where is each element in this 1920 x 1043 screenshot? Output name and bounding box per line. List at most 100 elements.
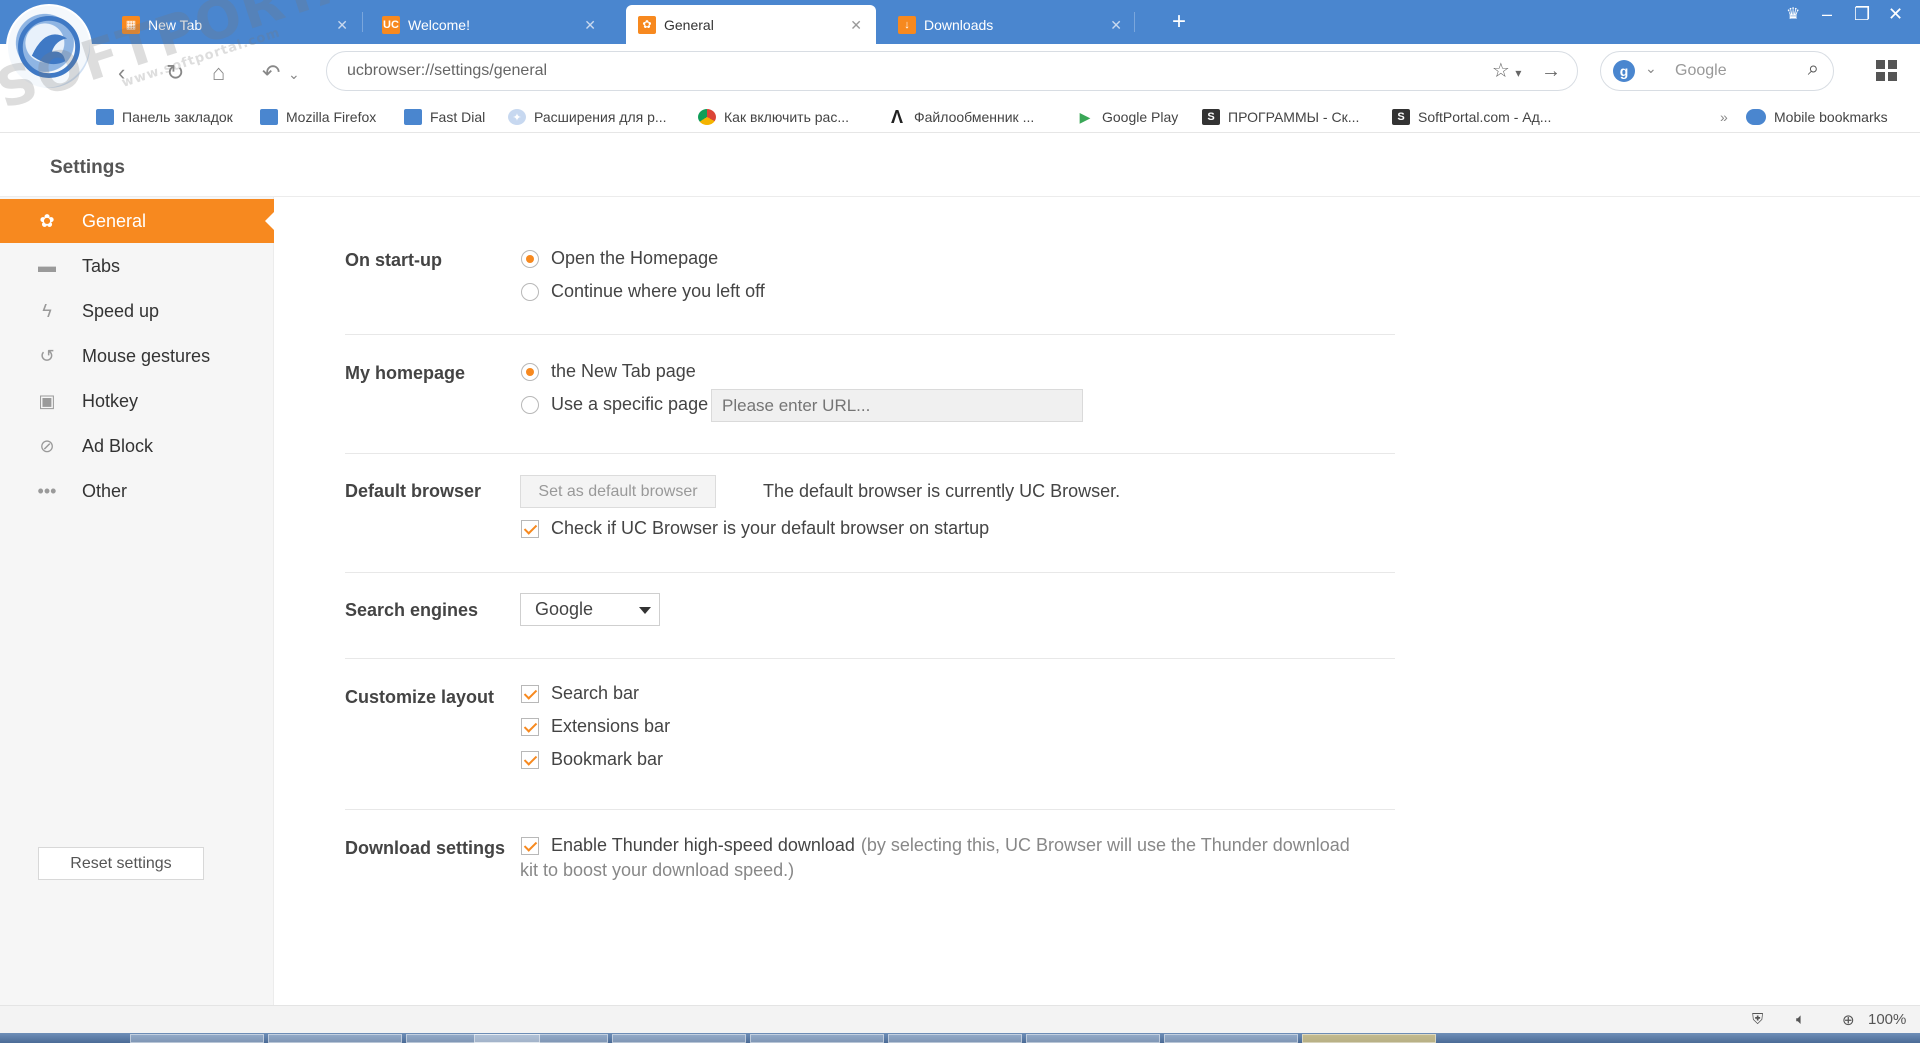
taskbar-button[interactable] (1164, 1034, 1298, 1043)
bookmark-label: Fast Dial (430, 109, 486, 125)
radio-button[interactable] (521, 282, 539, 301)
bookmark-item[interactable]: S SoftPortal.com - Ад... (1392, 106, 1551, 128)
taskbar-button[interactable] (612, 1034, 746, 1043)
uc-browser-logo[interactable] (6, 4, 92, 90)
search-engine-select[interactable]: Google (520, 593, 660, 626)
search-icon[interactable]: ⌕ (1808, 58, 1819, 81)
bookmark-item[interactable]: ✦ Расширения для р... (508, 106, 667, 128)
checkbox[interactable] (521, 717, 539, 736)
taskbar-button-active[interactable] (1302, 1034, 1436, 1043)
settings-header: Settings (0, 133, 1920, 197)
settings-sidebar: ✿ General ▬ Tabs ϟ Speed up ↺ Mouse gest… (0, 197, 275, 1005)
tab-downloads[interactable]: ↓ Downloads ✕ (886, 5, 1136, 44)
speaker-icon[interactable]: 🔈︎ (1796, 1011, 1805, 1028)
taskbar-button[interactable] (1026, 1034, 1160, 1043)
section-label: On start-up (345, 250, 442, 270)
homepage-url-input[interactable] (711, 389, 1083, 422)
sidebar-item-hotkey[interactable]: ▣ Hotkey (0, 379, 274, 423)
layout-option-bookmark-bar[interactable]: Bookmark bar (521, 749, 663, 770)
restore-button[interactable]: ❐ (1854, 4, 1870, 25)
bookmark-item[interactable]: Λ Файлообменник ... (888, 106, 1034, 128)
homepage-option-specific[interactable]: Use a specific page (521, 394, 708, 415)
layout-option-search-bar[interactable]: Search bar (521, 683, 639, 704)
sidebar-item-mouse-gestures[interactable]: ↺ Mouse gestures (0, 334, 274, 378)
sidebar-item-tabs[interactable]: ▬ Tabs (0, 244, 274, 288)
tab-general[interactable]: ✿ General ✕ (626, 5, 876, 44)
go-arrow-icon[interactable]: → (1541, 60, 1561, 82)
shield-icon[interactable]: ⛨ (1752, 1011, 1763, 1028)
star-icon[interactable]: ☆ (1492, 60, 1510, 82)
squirrel-icon (18, 16, 80, 78)
chrome-icon (698, 109, 716, 125)
checkbox[interactable] (521, 684, 539, 703)
bookmarks-overflow-button[interactable]: » (1720, 106, 1728, 128)
bookmark-item[interactable]: S ПРОГРАММЫ - Ск... (1202, 106, 1359, 128)
option-label: Use a specific page (551, 394, 709, 414)
bookmark-label: Расширения для р... (534, 109, 667, 125)
zoom-level[interactable]: 100% (1868, 1011, 1906, 1028)
divider (345, 334, 1395, 335)
sidebar-item-label: Tabs (82, 255, 121, 276)
chevron-down-icon[interactable]: ▾ (1515, 66, 1521, 80)
minimize-button[interactable]: – (1822, 4, 1832, 25)
close-window-button[interactable]: ✕ (1888, 4, 1903, 25)
sidebar-item-general[interactable]: ✿ General (0, 199, 275, 243)
bookmark-item[interactable]: Mozilla Firefox (260, 106, 376, 128)
checkbox[interactable] (521, 750, 539, 769)
checkbox[interactable] (521, 836, 539, 855)
sidebar-item-ad-block[interactable]: ⊘ Ad Block (0, 424, 274, 468)
tab-label: Downloads (924, 16, 994, 33)
tabs-icon: ▬ (38, 255, 56, 276)
address-bar[interactable]: ucbrowser://settings/general ☆ ▾ → (326, 51, 1578, 91)
section-label: Download settings (345, 838, 506, 858)
new-tab-button[interactable]: + (1172, 8, 1186, 36)
taskbar-button[interactable] (268, 1034, 402, 1043)
sidebar-item-other[interactable]: ••• Other (0, 469, 274, 513)
radio-button[interactable] (521, 362, 539, 381)
radio-button[interactable] (521, 249, 539, 268)
bookmark-label: Файлообменник ... (914, 109, 1035, 125)
search-box[interactable]: g ⌄ Google ⌕ (1600, 51, 1834, 91)
close-icon[interactable]: ✕ (584, 17, 596, 34)
bookmark-item[interactable]: Панель закладок (96, 106, 233, 128)
homepage-option-newtab[interactable]: the New Tab page (521, 361, 696, 382)
taskbar-button[interactable] (888, 1034, 1022, 1043)
bookmark-item[interactable]: ▶ Google Play (1076, 106, 1179, 128)
option-label: Enable Thunder high-speed download (551, 835, 855, 855)
undo-icon[interactable]: ↶ (262, 60, 280, 86)
taskbar-button[interactable] (130, 1034, 264, 1043)
startup-option-continue[interactable]: Continue where you left off (521, 281, 765, 302)
chevron-down-icon[interactable]: ⌄ (1645, 60, 1657, 77)
reset-settings-button[interactable]: Reset settings (38, 847, 204, 880)
home-icon[interactable]: ⌂ (212, 60, 225, 86)
close-icon[interactable]: ✕ (850, 17, 862, 34)
refresh-icon[interactable]: ↻ (166, 60, 184, 86)
apps-grid-icon[interactable] (1876, 60, 1898, 82)
skin-icon[interactable]: ♛ (1786, 4, 1800, 24)
download-thunder-check[interactable]: Enable Thunder high-speed download (by s… (521, 835, 1350, 856)
back-icon[interactable]: ‹ (118, 60, 125, 86)
sidebar-item-label: Ad Block (82, 435, 154, 456)
sidebar-item-label: Hotkey (82, 390, 139, 411)
search-placeholder[interactable]: Google (1675, 62, 1727, 80)
mobile-bookmarks[interactable]: Mobile bookmarks (1746, 106, 1888, 128)
startup-option-homepage[interactable]: Open the Homepage (521, 248, 718, 269)
layout-option-extensions-bar[interactable]: Extensions bar (521, 716, 670, 737)
taskbar-button[interactable] (474, 1034, 608, 1043)
chevron-down-icon[interactable]: ⌄ (288, 66, 300, 83)
checkbox[interactable] (521, 519, 539, 538)
set-default-browser-button[interactable]: Set as default browser (520, 475, 716, 508)
taskbar-button[interactable] (750, 1034, 884, 1043)
radio-button[interactable] (521, 395, 539, 414)
zoom-icon[interactable]: ⊕ (1842, 1011, 1855, 1029)
close-icon[interactable]: ✕ (1110, 17, 1122, 34)
tab-welcome[interactable]: UC Welcome! ✕ (370, 5, 610, 44)
default-browser-check[interactable]: Check if UC Browser is your default brow… (521, 518, 989, 539)
address-text[interactable]: ucbrowser://settings/general (347, 62, 547, 80)
bookmark-item[interactable]: Fast Dial (404, 106, 485, 128)
close-icon[interactable]: ✕ (336, 17, 348, 34)
bookmark-item[interactable]: Как включить рас... (698, 106, 849, 128)
tab-new-tab[interactable]: ▦ New Tab ✕ (110, 5, 362, 44)
search-engine-icon[interactable]: g (1613, 60, 1635, 82)
sidebar-item-speed-up[interactable]: ϟ Speed up (0, 289, 274, 333)
